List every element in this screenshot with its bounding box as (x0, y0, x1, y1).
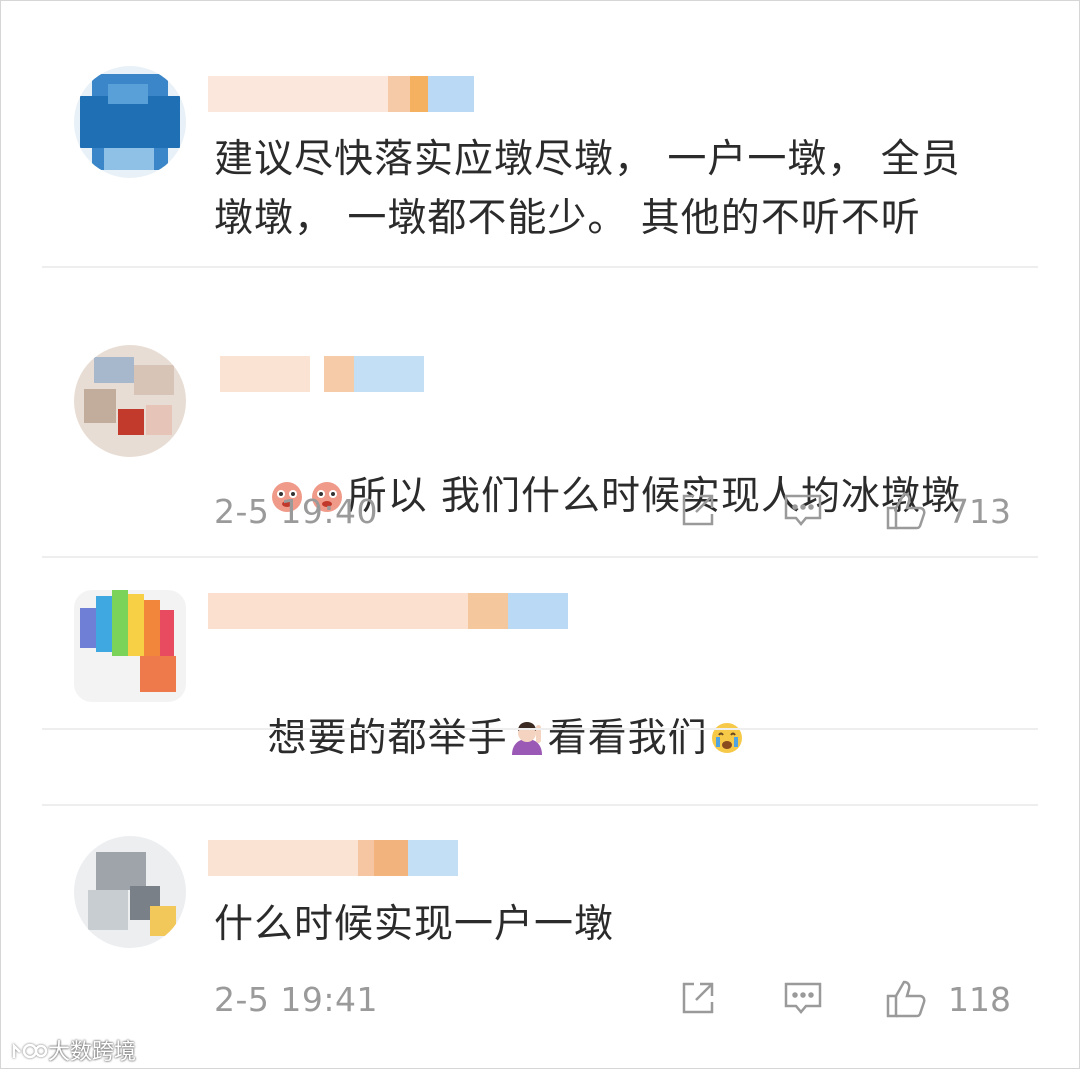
username-blurred[interactable] (208, 593, 568, 629)
comment-text-part1: 想要的都举手 (267, 716, 508, 761)
divider (42, 728, 1038, 730)
username-blurred[interactable] (208, 76, 474, 112)
comment-text: 建议尽快落实应墩尽墩， 一户一墩， 全员墩墩， 一墩都不能少。 其他的不听不听 (214, 137, 961, 241)
share-icon[interactable] (678, 490, 718, 530)
avatar[interactable] (74, 345, 186, 457)
avatar[interactable] (74, 66, 186, 178)
comment-meta: 2-5 19:40 713 (214, 490, 1011, 534)
divider (42, 556, 1038, 558)
watermark-logo-icon (12, 1042, 48, 1059)
comment-text: 想要的都举手 看看我们 (214, 650, 1000, 827)
watermark: 大数跨境 (10, 1034, 136, 1066)
avatar[interactable] (74, 590, 186, 702)
comment-text-part2: 看看我们 (547, 716, 708, 761)
divider (42, 266, 1038, 268)
thumbs-up-icon[interactable] (884, 978, 930, 1020)
comment-icon[interactable] (782, 978, 824, 1018)
thumbs-up-icon[interactable] (884, 490, 930, 532)
divider (42, 804, 1038, 806)
username-blurred[interactable] (208, 356, 426, 392)
like-count: 118 (948, 980, 1011, 1019)
timestamp: 2-5 19:40 (214, 492, 378, 531)
share-icon[interactable] (678, 978, 718, 1018)
avatar[interactable] (74, 836, 186, 948)
comment-text: 什么时候实现一户一墩 (214, 902, 615, 947)
like-count: 713 (948, 492, 1011, 531)
comment-meta: 2-5 19:41 118 (214, 978, 1011, 1022)
watermark-text: 大数跨境 (48, 1040, 137, 1065)
timestamp: 2-5 19:41 (214, 980, 378, 1019)
comment-icon[interactable] (782, 490, 824, 530)
username-blurred[interactable] (208, 840, 458, 876)
raising-hand-emoji-icon (511, 722, 542, 755)
crying-face-emoji-icon (711, 723, 742, 753)
